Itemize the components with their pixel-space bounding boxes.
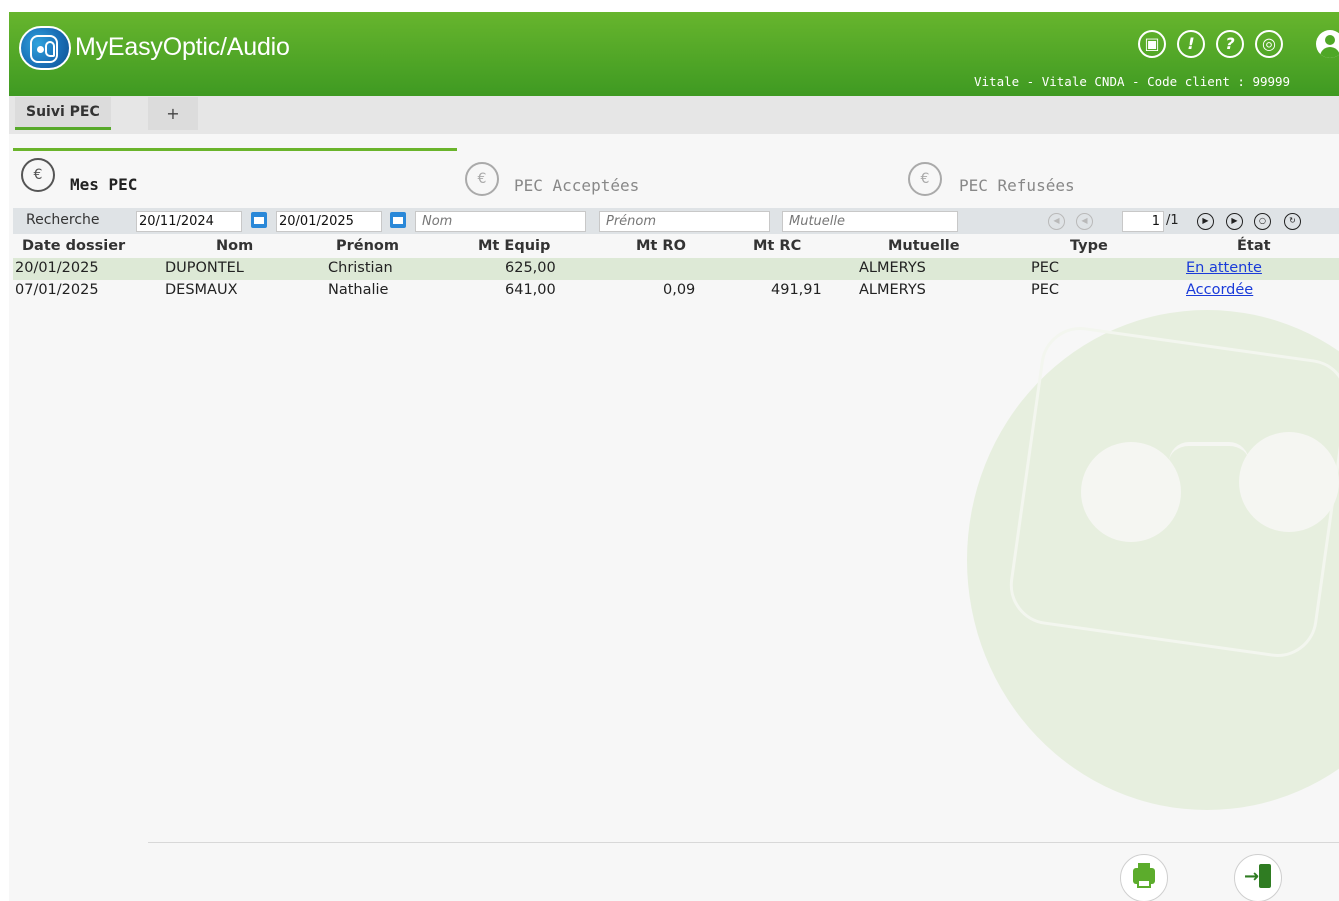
calendar-picker-icon[interactable] [251, 212, 267, 228]
mt-equip-cell: 625,00 [505, 260, 556, 276]
prenom-search-input[interactable]: Prénom [599, 211, 770, 232]
print-button[interactable] [1120, 854, 1168, 901]
exit-button[interactable]: → [1234, 854, 1282, 901]
first-page-icon[interactable]: ◀ [1048, 213, 1065, 230]
etat-link[interactable]: En attente [1186, 260, 1262, 276]
next-page-icon[interactable]: ▶ [1197, 213, 1214, 230]
type-cell: PEC [1031, 282, 1060, 298]
column-header[interactable]: Mutuelle [888, 238, 960, 254]
mutuelle-cell: ALMERYS [859, 260, 926, 276]
table-row[interactable]: 07/01/2025 DESMAUX Nathalie 641,00 0,09 … [13, 280, 1339, 302]
section-pec-refusees[interactable]: PEC Refusées [959, 176, 1075, 195]
logo-ear [45, 41, 55, 57]
refused-euro-icon[interactable]: € [908, 162, 942, 196]
envelope-euro-icon[interactable]: € [21, 158, 55, 192]
mt-equip-cell: 641,00 [505, 282, 556, 298]
alert-icon[interactable]: ! [1177, 30, 1205, 58]
search-icon[interactable]: ○ [1254, 213, 1271, 230]
mt-ro-cell: 0,09 [663, 282, 696, 298]
search-bar: Recherche 20/11/2024 20/01/2025 Nom Prén… [13, 208, 1339, 234]
column-header[interactable]: Mt Equip [478, 238, 550, 254]
date-to-input[interactable]: 20/01/2025 [276, 211, 382, 232]
type-cell: PEC [1031, 260, 1060, 276]
add-tab-button[interactable]: + [148, 97, 198, 130]
last-page-icon[interactable]: ▶ [1226, 213, 1243, 230]
page-total: /1 [1166, 213, 1179, 228]
prenom-cell: Nathalie [328, 282, 389, 298]
thumb-euro-icon[interactable]: € [465, 162, 499, 196]
previous-page-icon[interactable]: ◀ [1076, 213, 1093, 230]
app-logo [19, 26, 71, 70]
column-header[interactable]: Nom [216, 238, 253, 254]
watermark-bridge [1169, 442, 1249, 462]
calendar-picker-icon[interactable] [390, 212, 406, 228]
table-row[interactable]: 20/01/2025 DUPONTEL Christian 625,00 ALM… [13, 258, 1339, 280]
section-pec-acceptees[interactable]: PEC Acceptées [514, 176, 639, 195]
date-cell: 20/01/2025 [15, 260, 99, 276]
column-header[interactable]: Date dossier [22, 238, 125, 254]
refresh-icon[interactable]: ↻ [1284, 213, 1301, 230]
table-header-row: Date dossier Nom Prénom Mt Equip Mt RO M… [13, 236, 1339, 258]
column-header[interactable]: État [1237, 238, 1271, 254]
search-label: Recherche [26, 212, 100, 228]
mt-rc-cell: 491,91 [771, 282, 822, 298]
watermark-lens-right [1239, 432, 1339, 532]
date-cell: 07/01/2025 [15, 282, 99, 298]
help-icon[interactable]: ? [1216, 30, 1244, 58]
etat-link[interactable]: Accordée [1186, 282, 1253, 298]
support-icon[interactable]: ◎ [1255, 30, 1283, 58]
column-header[interactable]: Prénom [336, 238, 399, 254]
date-from-input[interactable]: 20/11/2024 [136, 211, 242, 232]
app-header: MyEasyOptic/Audio ▣ ! ? ◎ Vitale - Vital… [9, 12, 1339, 96]
nom-search-input[interactable]: Nom [415, 211, 586, 232]
print-icon-tray [1137, 879, 1151, 888]
active-section-indicator [13, 148, 457, 151]
footer-divider [148, 842, 1339, 843]
calendar-icon[interactable]: ▣ [1138, 30, 1166, 58]
prenom-cell: Christian [328, 260, 393, 276]
page-number-input[interactable]: 1 [1122, 211, 1164, 232]
app-window: MyEasyOptic/Audio ▣ ! ? ◎ Vitale - Vital… [9, 12, 1339, 901]
column-header[interactable]: Mt RO [636, 238, 686, 254]
logo-frame [30, 35, 58, 63]
logo-eye-dot [37, 46, 44, 53]
user-icon-body [1320, 47, 1339, 58]
section-mes-pec[interactable]: Mes PEC [70, 175, 137, 194]
nom-cell: DESMAUX [165, 282, 238, 298]
tab-bar: Suivi PEC + [9, 96, 1339, 134]
nom-cell: DUPONTEL [165, 260, 244, 276]
column-header[interactable]: Type [1070, 238, 1108, 254]
exit-door-icon [1259, 864, 1271, 888]
tab-suivi-pec[interactable]: Suivi PEC [15, 97, 111, 130]
watermark-lens-left [1081, 442, 1181, 542]
client-info: Vitale - Vitale CNDA - Code client : 999… [974, 74, 1291, 89]
user-icon[interactable] [1316, 30, 1339, 58]
user-icon-head [1325, 35, 1335, 45]
column-header[interactable]: Mt RC [753, 238, 801, 254]
mutuelle-cell: ALMERYS [859, 282, 926, 298]
exit-arrow-icon: → [1244, 866, 1260, 887]
app-title: MyEasyOptic/Audio [75, 33, 290, 61]
mutuelle-search-input[interactable]: Mutuelle [782, 211, 958, 232]
